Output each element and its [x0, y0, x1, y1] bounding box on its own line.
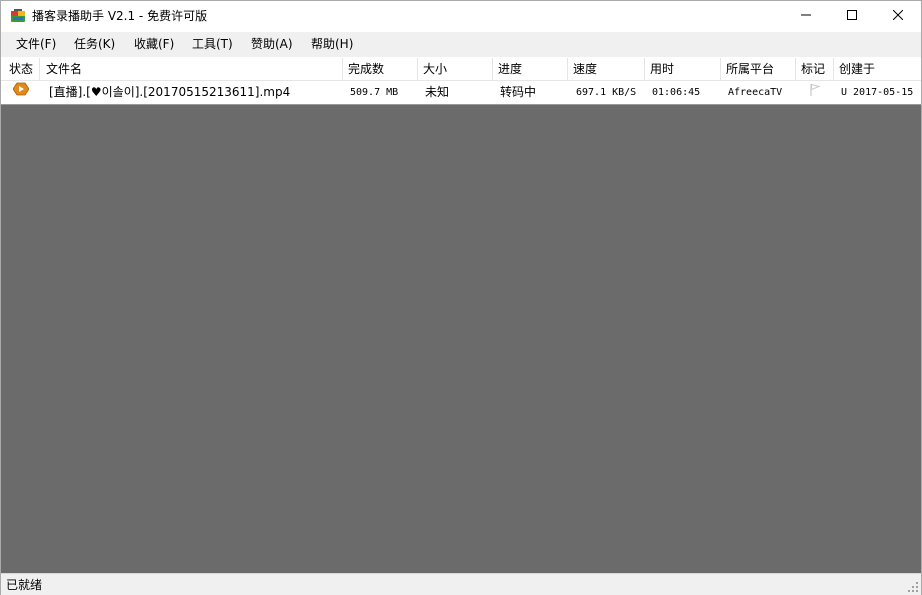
column-header-progress[interactable]: 进度 [493, 58, 568, 81]
window-title: 播客录播助手 V2.1 - 免费许可版 [32, 9, 208, 23]
column-header-size[interactable]: 大小 [418, 58, 493, 81]
status-text: 已就绪 [6, 578, 43, 592]
column-header-flag[interactable]: 标记 [796, 58, 834, 81]
menu-help[interactable]: 帮助(H) [311, 36, 353, 53]
status-bar: 已就绪 [1, 573, 921, 595]
app-logo-icon [10, 8, 26, 24]
app-window: 播客录播助手 V2.1 - 免费许可版 文件(F) 任务(K) 收藏(F) 工具… [0, 0, 922, 595]
minimize-icon [801, 9, 811, 23]
flag-icon [809, 82, 821, 103]
row-elapsed: 01:06:45 [652, 87, 701, 98]
menu-tools[interactable]: 工具(T) [192, 36, 233, 53]
menu-bar: 文件(F) 任务(K) 收藏(F) 工具(T) 赞助(A) 帮助(H) [1, 32, 921, 57]
row-status-cell [4, 82, 40, 103]
maximize-button[interactable] [829, 1, 875, 31]
column-header-speed[interactable]: 速度 [568, 58, 645, 81]
task-list-header: 状态 文件名 完成数 大小 进度 速度 用时 所属平台 标记 创建于 [1, 58, 921, 81]
table-row[interactable]: [直播].[♥이솔이].[20170515213611].mp4 509.7 M… [1, 82, 921, 103]
menu-favorites[interactable]: 收藏(F) [134, 36, 174, 53]
recording-status-icon [12, 82, 30, 103]
row-size: 未知 [425, 85, 450, 99]
resize-grip-icon[interactable] [908, 582, 919, 593]
column-header-created[interactable]: 创建于 [834, 58, 921, 81]
column-header-elapsed[interactable]: 用时 [645, 58, 721, 81]
minimize-button[interactable] [783, 1, 829, 31]
column-header-filename[interactable]: 文件名 [41, 58, 343, 81]
menu-sponsor[interactable]: 赞助(A) [251, 36, 293, 53]
close-icon [892, 9, 904, 23]
row-filename: [直播].[♥이솔이].[20170515213611].mp4 [49, 85, 291, 99]
row-flag-cell[interactable] [797, 82, 834, 103]
column-header-completed[interactable]: 完成数 [343, 58, 418, 81]
row-platform: AfreecaTV [728, 87, 783, 98]
maximize-icon [847, 9, 857, 23]
column-header-platform[interactable]: 所属平台 [721, 58, 796, 81]
column-header-status[interactable]: 状态 [4, 58, 40, 81]
menu-file[interactable]: 文件(F) [16, 36, 56, 53]
close-button[interactable] [875, 1, 921, 31]
menu-task[interactable]: 任务(K) [74, 36, 115, 53]
title-bar[interactable]: 播客录播助手 V2.1 - 免费许可版 [1, 1, 921, 31]
task-list-empty-area[interactable] [1, 104, 921, 573]
row-created: U 2017-05-15 [841, 87, 914, 98]
row-completed: 509.7 MB [350, 87, 399, 98]
row-progress: 转码中 [500, 85, 537, 99]
row-speed: 697.1 KB/S [576, 87, 637, 98]
